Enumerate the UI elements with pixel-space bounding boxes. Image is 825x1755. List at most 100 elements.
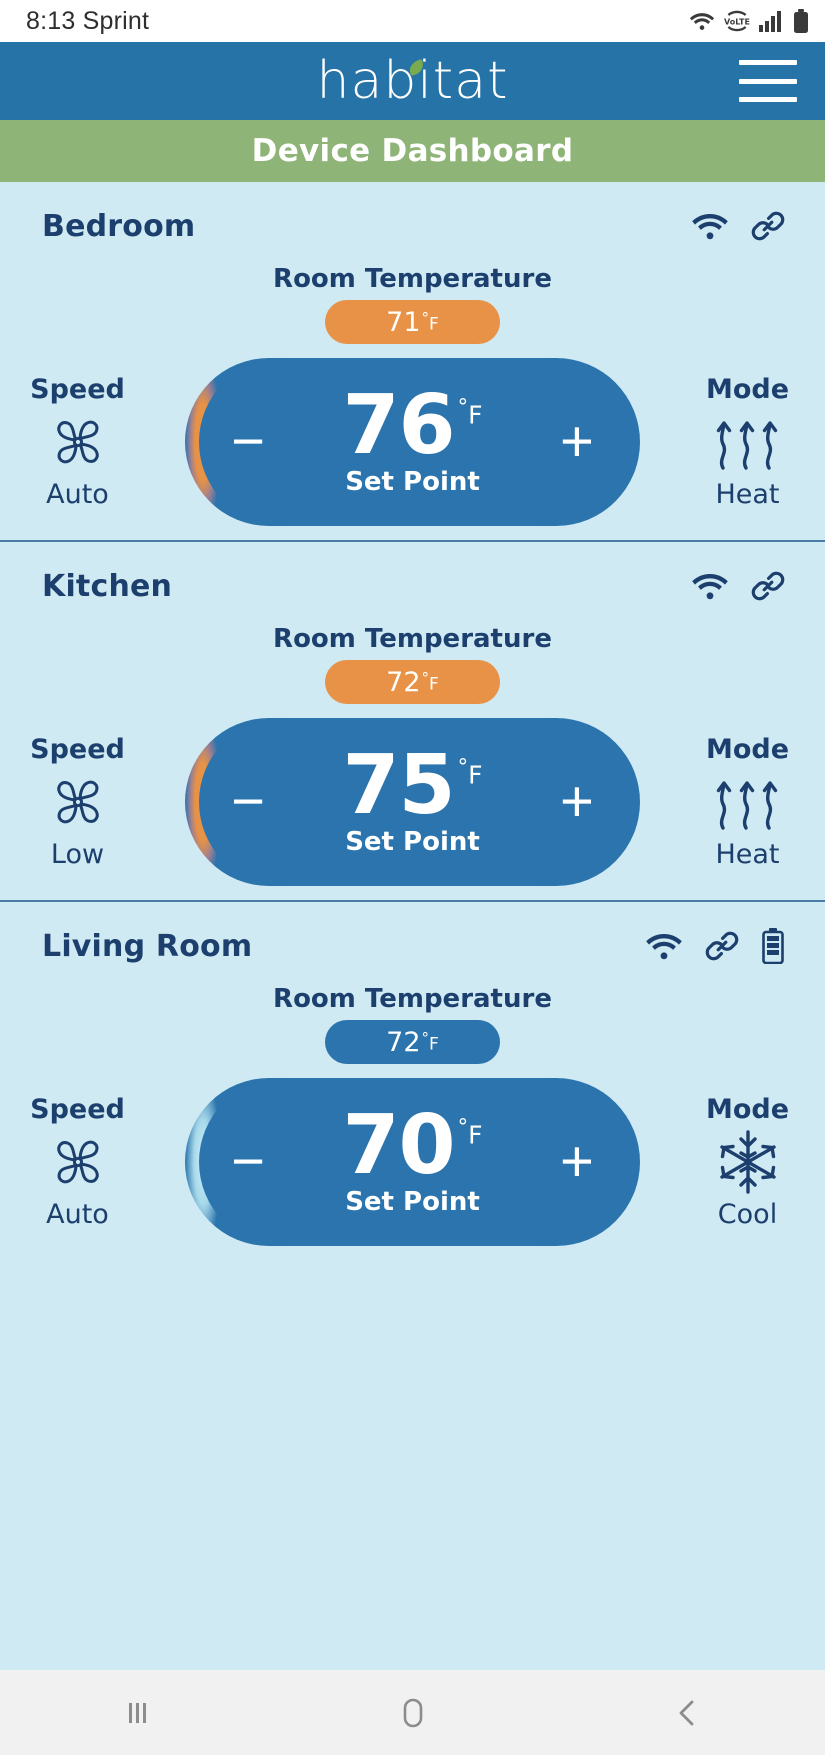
fan-icon <box>56 1140 99 1184</box>
heat-waves-icon <box>716 781 777 830</box>
snowflake-icon[interactable] <box>715 1130 781 1194</box>
heat-waves-icon[interactable] <box>709 771 787 833</box>
setpoint-readout: 70 °F Set Point <box>342 1105 482 1217</box>
setpoint-dial-wrap: − 76 °F Set Point + <box>155 358 670 526</box>
speed-label: Speed <box>30 374 125 405</box>
fan-icon <box>56 780 99 824</box>
status-time: 8:13 Sprint <box>26 7 149 36</box>
hamburger-bar <box>739 78 797 84</box>
hamburger-bar <box>739 97 797 102</box>
mode-control[interactable]: Mode Heat <box>670 734 825 870</box>
back-button[interactable] <box>633 1670 743 1755</box>
mode-control[interactable]: Mode Cool <box>670 1094 825 1230</box>
setpoint-increase-button[interactable]: + <box>548 413 606 471</box>
app-header: habitat <box>0 42 825 120</box>
link-icon <box>751 569 785 603</box>
wifi-icon <box>646 934 682 960</box>
speed-control[interactable]: Speed Auto <box>0 1094 155 1230</box>
setpoint-increase-button[interactable]: + <box>548 1133 606 1191</box>
svg-text:VoLTE: VoLTE <box>724 17 750 26</box>
home-icon <box>403 1698 422 1727</box>
link-icon <box>705 931 739 961</box>
speed-value: Low <box>50 839 105 870</box>
device-card-header: Bedroom <box>0 204 825 248</box>
speed-value: Auto <box>46 479 109 510</box>
wifi-icon <box>691 211 729 241</box>
room-temperature-pill: 72 °F <box>325 1020 500 1064</box>
setpoint-readout: 75 °F Set Point <box>342 745 483 857</box>
wifi-icon <box>692 214 728 240</box>
setpoint-dial-wrap: − 75 °F Set Point + <box>155 718 670 886</box>
mode-label: Mode <box>705 1094 790 1125</box>
battery-icon <box>761 928 785 964</box>
device-controls: Speed Auto − 76 °F Set Point + Mode Heat <box>0 358 825 526</box>
setpoint-caption: Set Point <box>345 1186 480 1217</box>
device-name: Kitchen <box>42 568 173 604</box>
room-temperature-value: 72 <box>386 1026 421 1058</box>
snowflake-icon <box>719 1130 776 1194</box>
app-logo: habitat <box>317 55 509 107</box>
volte-icon: VoLTE <box>724 10 750 32</box>
wifi-icon <box>691 571 729 601</box>
fan-icon[interactable] <box>47 771 109 833</box>
mode-value: Cool <box>717 1199 778 1230</box>
home-button[interactable] <box>358 1670 468 1755</box>
setpoint-line: 75 °F <box>342 745 483 827</box>
room-temperature-pill: 72 °F <box>325 660 500 704</box>
link-icon <box>751 209 785 243</box>
room-temperature-label: Room Temperature <box>273 624 552 654</box>
recents-icon <box>128 1702 146 1723</box>
speed-label: Speed <box>30 1094 125 1125</box>
link-icon <box>705 929 739 963</box>
setpoint-line: 70 °F <box>342 1105 482 1187</box>
android-nav-bar <box>0 1670 825 1755</box>
device-card: Living Room Room Temperature 72 °F Speed… <box>0 900 825 1260</box>
device-list: Bedroom Room Temperature 71 °F Speed Aut… <box>0 182 825 1670</box>
recents-button[interactable] <box>83 1670 193 1755</box>
setpoint-caption: Set Point <box>345 826 480 857</box>
room-temperature-label: Room Temperature <box>273 264 552 294</box>
app-logo-text: habitat <box>316 51 509 111</box>
speed-control[interactable]: Speed Low <box>0 734 155 870</box>
speed-value: Auto <box>46 1199 109 1230</box>
hamburger-menu-button[interactable] <box>739 60 797 102</box>
fan-icon[interactable] <box>47 1131 109 1193</box>
status-clock: 8:13 <box>26 6 76 35</box>
status-icons: VoLTE <box>689 9 809 33</box>
setpoint-decrease-button[interactable]: − <box>219 413 277 471</box>
mode-label: Mode <box>705 374 790 405</box>
room-temperature-unit: °F <box>421 669 439 695</box>
room-temperature-unit: °F <box>421 1029 439 1055</box>
setpoint-decrease-button[interactable]: − <box>219 773 277 831</box>
room-temperature-value: 71 <box>386 306 421 338</box>
room-temperature-value: 72 <box>386 666 421 698</box>
setpoint-dial: − 70 °F Set Point + <box>185 1078 640 1246</box>
link-icon <box>751 571 785 601</box>
setpoint-readout: 76 °F Set Point <box>342 378 482 497</box>
page-title: Device Dashboard <box>251 133 574 169</box>
device-card-header: Living Room <box>0 924 825 968</box>
setpoint-line: 76 °F <box>342 378 482 474</box>
wifi-icon <box>692 574 728 600</box>
device-name: Bedroom <box>42 208 196 244</box>
heat-waves-icon <box>716 421 777 470</box>
fan-icon[interactable] <box>47 411 109 473</box>
speed-label: Speed <box>30 734 125 765</box>
link-icon <box>751 211 785 241</box>
device-status-icons <box>645 928 785 964</box>
device-card: Kitchen Room Temperature 72 °F Speed Low… <box>0 540 825 900</box>
setpoint-value: 76 <box>342 378 455 474</box>
setpoint-caption: Set Point <box>345 466 480 497</box>
heat-waves-icon[interactable] <box>709 411 787 473</box>
speed-control[interactable]: Speed Auto <box>0 374 155 510</box>
mode-control[interactable]: Mode Heat <box>670 374 825 510</box>
setpoint-unit: °F <box>457 755 483 790</box>
setpoint-increase-button[interactable]: + <box>548 773 606 831</box>
setpoint-decrease-button[interactable]: − <box>219 1133 277 1191</box>
battery-icon <box>762 928 784 964</box>
mode-value: Heat <box>715 839 780 870</box>
page-title-bar: Device Dashboard <box>0 120 825 182</box>
setpoint-dial: − 75 °F Set Point + <box>185 718 640 886</box>
fan-icon <box>56 420 99 464</box>
status-bar: 8:13 Sprint VoLTE <box>0 0 825 42</box>
